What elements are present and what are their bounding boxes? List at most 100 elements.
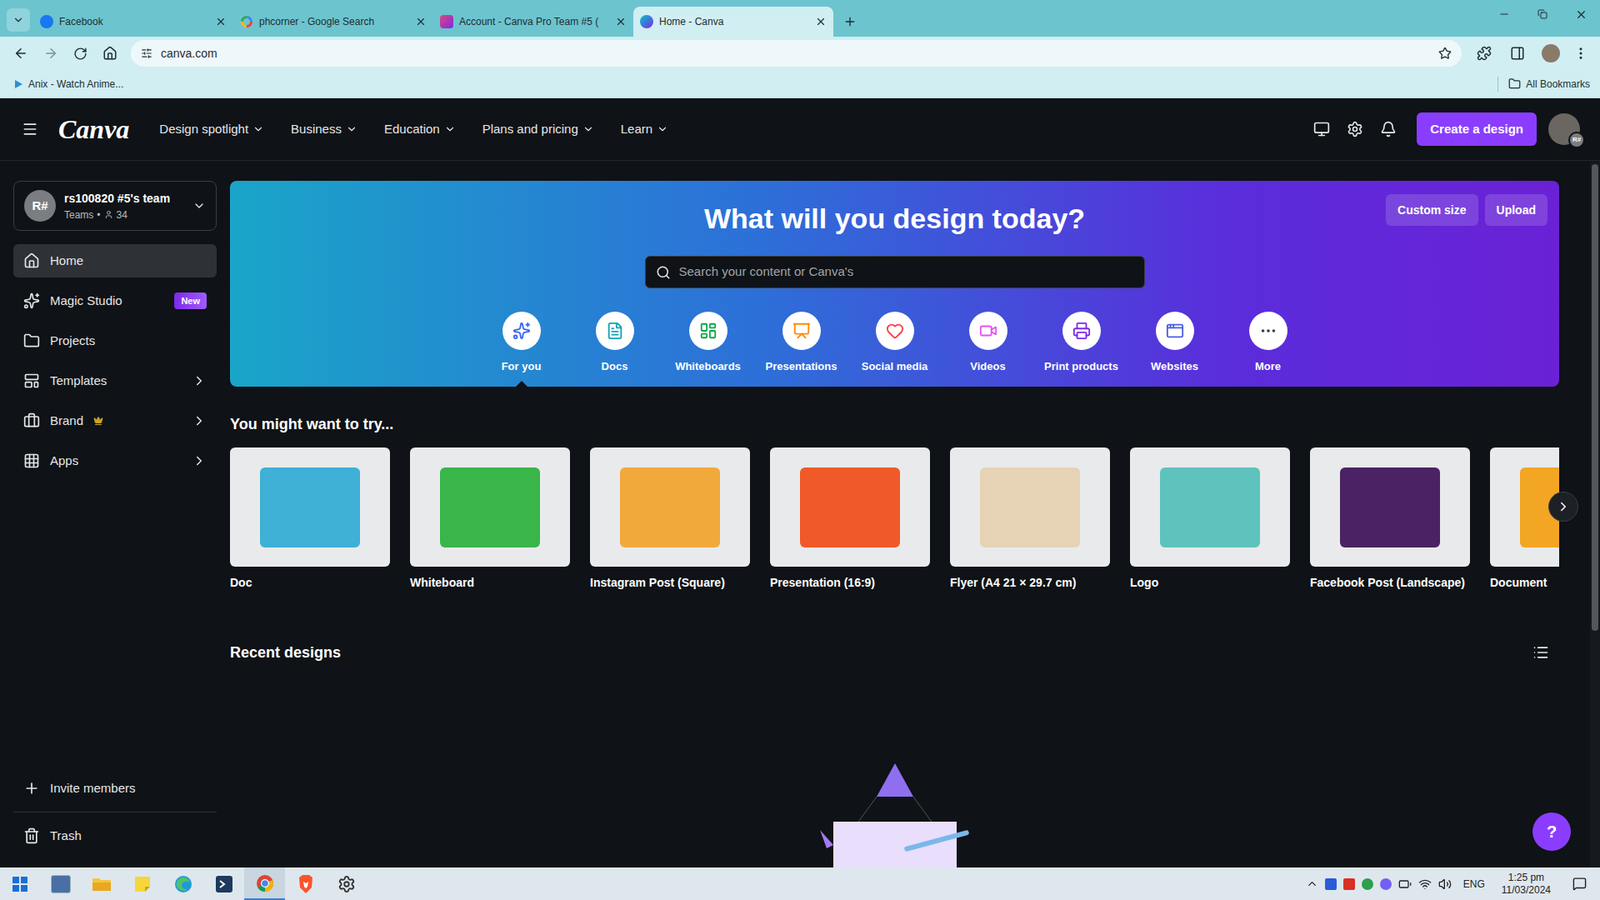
suggestion-card[interactable]: Doc	[230, 447, 390, 591]
more-icon	[1259, 321, 1278, 340]
tray-app-icon[interactable]	[1361, 878, 1374, 890]
all-bookmarks[interactable]: All Bookmarks	[1497, 76, 1590, 92]
scrollbar-thumb[interactable]	[1591, 164, 1599, 631]
sidebar-item[interactable]: Apps	[13, 444, 217, 478]
category-item[interactable]: Print products	[1035, 311, 1129, 387]
suggestion-card[interactable]: Facebook Post (Landscape)	[1310, 447, 1470, 591]
app-thumbnail-button[interactable]	[40, 867, 81, 900]
browser-tab[interactable]: phcorner - Google Search	[233, 6, 434, 37]
terminal-icon	[214, 874, 235, 895]
tray-app-icon[interactable]	[1343, 878, 1355, 890]
hamburger-icon[interactable]	[21, 120, 39, 138]
home-icon[interactable]	[102, 45, 118, 61]
invite-members-button[interactable]: Invite members	[13, 771, 217, 805]
close-window-button[interactable]	[1561, 0, 1600, 29]
star-icon[interactable]	[1438, 46, 1452, 60]
category-item[interactable]: For you	[475, 311, 569, 387]
sidebar-item[interactable]: Home	[13, 244, 217, 278]
back-icon[interactable]	[13, 45, 29, 61]
sticky-notes-button[interactable]	[121, 867, 163, 900]
category-item[interactable]: Websites	[1128, 311, 1222, 387]
browser-tab[interactable]: Home - Canva	[633, 6, 834, 37]
menu-item[interactable]: Education	[384, 120, 456, 140]
language-indicator[interactable]: ENG	[1458, 876, 1490, 892]
category-item[interactable]: Videos	[941, 311, 1035, 387]
profile-avatar[interactable]	[1541, 44, 1560, 63]
menu-item[interactable]: Design spotlight	[159, 120, 265, 140]
hero-button[interactable]: Upload	[1485, 194, 1548, 226]
desktop-app-icon[interactable]	[1313, 120, 1330, 138]
browser-tab[interactable]: Facebook	[33, 6, 234, 37]
sidebar-item[interactable]: Templates	[13, 364, 217, 398]
carousel-next-button[interactable]	[1548, 491, 1579, 522]
main-content: Custom sizeUploadWhat will you design to…	[230, 160, 1590, 868]
close-icon[interactable]	[615, 15, 627, 28]
category-item[interactable]: Social media	[848, 311, 942, 387]
suggestion-label: Flyer (A4 21 × 29.7 cm)	[950, 574, 1110, 591]
canva-logo[interactable]: Canva	[58, 109, 130, 150]
battery-icon[interactable]	[1398, 877, 1412, 891]
menu-item[interactable]: Plans and pricing	[482, 120, 595, 140]
empty-illustration	[230, 763, 1560, 868]
volume-icon[interactable]	[1438, 877, 1452, 891]
suggestion-card[interactable]: Logo	[1130, 447, 1290, 591]
suggestion-card[interactable]: Instagram Post (Square)	[590, 447, 750, 591]
gear-icon[interactable]	[1346, 120, 1364, 138]
menu-icon[interactable]	[1573, 45, 1589, 61]
category-item[interactable]: Docs	[568, 311, 662, 387]
trash-button[interactable]: Trash	[13, 819, 217, 853]
bookmark[interactable]: Anix - Watch Anime...	[10, 76, 127, 92]
address-bar[interactable]: canva.com	[130, 40, 1462, 67]
network-icon[interactable]	[1418, 877, 1432, 891]
chevron-up-icon[interactable]	[1305, 877, 1319, 890]
sidebar-item[interactable]: Brand	[13, 404, 217, 438]
sidebar-item[interactable]: Projects	[13, 324, 217, 358]
selected-notch	[609, 380, 621, 387]
help-button[interactable]: ?	[1532, 812, 1571, 851]
user-avatar[interactable]: R#	[1548, 113, 1580, 145]
browser-tab[interactable]: Account - Canva Pro Team #5 (	[433, 6, 634, 37]
search-field[interactable]: Search your content or Canva's	[645, 255, 1145, 289]
tray-app-icon[interactable]	[1380, 878, 1392, 890]
category-item[interactable]: Presentations	[755, 311, 849, 387]
minimize-button[interactable]	[1485, 0, 1524, 29]
category-item[interactable]: Whiteboards	[661, 311, 755, 387]
chevron-down-icon	[252, 123, 265, 135]
extensions-icon[interactable]	[1476, 45, 1492, 61]
brave-button[interactable]	[285, 867, 326, 900]
hero-button[interactable]: Custom size	[1385, 194, 1478, 226]
close-icon[interactable]	[415, 15, 427, 28]
start-button[interactable]	[0, 867, 40, 900]
chrome-button[interactable]	[244, 867, 285, 900]
file-explorer-button[interactable]	[80, 867, 122, 900]
forward-icon[interactable]	[43, 45, 59, 61]
suggestion-card[interactable]: Presentation (16:9)	[770, 447, 930, 591]
clock[interactable]: 1:25 pm11/03/2024	[1496, 871, 1556, 897]
menu-item[interactable]: Business	[290, 120, 358, 140]
terminal-button[interactable]	[203, 867, 245, 900]
settings-button[interactable]	[325, 867, 367, 900]
notifications-icon[interactable]	[1572, 876, 1587, 891]
create-design-button[interactable]: Create a design	[1416, 112, 1537, 146]
list-view-icon[interactable]	[1532, 644, 1550, 661]
category-item[interactable]: More	[1221, 311, 1315, 387]
tab-search-button[interactable]	[6, 8, 30, 32]
suggestion-card[interactable]: Whiteboard	[410, 447, 570, 591]
side-panel-icon[interactable]	[1510, 45, 1525, 61]
new-tab-button[interactable]	[838, 10, 862, 34]
close-icon[interactable]	[815, 15, 827, 28]
restore-button[interactable]	[1523, 0, 1562, 29]
close-icon[interactable]	[215, 15, 227, 28]
scrollbar[interactable]	[1590, 160, 1600, 868]
menu-item[interactable]: Learn	[620, 120, 669, 140]
reload-icon[interactable]	[73, 46, 88, 61]
suggestion-card[interactable]: Document	[1490, 447, 1560, 591]
bell-icon[interactable]	[1380, 120, 1397, 138]
sidebar-item[interactable]: Magic StudioNew	[13, 284, 217, 318]
gear-icon	[337, 875, 356, 894]
team-switcher[interactable]: R#rs100820 #5's teamTeams•34	[13, 180, 217, 231]
site-info-icon[interactable]	[140, 47, 153, 60]
tray-app-icon[interactable]	[1325, 878, 1337, 890]
suggestion-card[interactable]: Flyer (A4 21 × 29.7 cm)	[950, 447, 1110, 591]
edge-button[interactable]	[162, 867, 204, 900]
